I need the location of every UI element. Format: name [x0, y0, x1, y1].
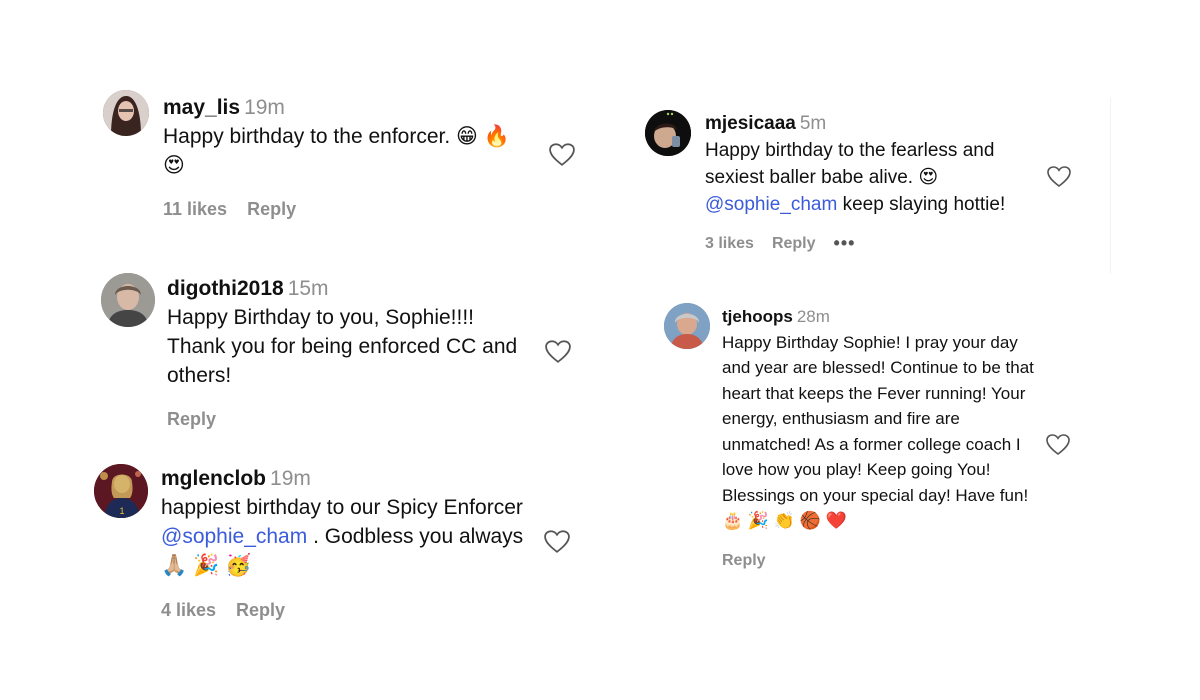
username[interactable]: may_lis: [163, 96, 240, 119]
more-options-icon[interactable]: •••: [834, 230, 856, 257]
likes-count[interactable]: 4 likes: [161, 596, 216, 625]
comment-mjesicaaa: mjesicaaa 5m Happy birthday to the fearle…: [645, 110, 1045, 257]
reply-button[interactable]: Reply: [722, 548, 766, 574]
svg-text:1: 1: [119, 506, 124, 516]
avatar[interactable]: [664, 303, 710, 349]
heart-outline-icon[interactable]: [544, 530, 570, 553]
comment-digothi2018: digothi2018 15m Happy Birthday to you, So…: [101, 273, 527, 434]
mention-link[interactable]: @sophie_cham: [161, 525, 307, 548]
username[interactable]: tjehoops: [722, 307, 793, 326]
comment-text: Happy birthday to the enforcer. 😁 🔥 😍: [163, 125, 510, 177]
reply-button[interactable]: Reply: [772, 230, 816, 257]
heart-outline-icon[interactable]: [545, 340, 571, 363]
comment-text-part: Happy birthday to the fearless and sexie…: [705, 140, 995, 188]
reply-button[interactable]: Reply: [247, 195, 296, 224]
timestamp: 15m: [287, 277, 329, 300]
comment-text: Happy birthday to the fearless and sexie…: [705, 137, 1045, 218]
avatar[interactable]: [645, 110, 691, 156]
likes-count[interactable]: 3 likes: [705, 230, 754, 257]
username[interactable]: mjesicaaa: [705, 113, 796, 134]
comment-text-part: happiest birthday to our Spicy Enforcer: [161, 496, 523, 519]
heart-outline-icon[interactable]: [549, 143, 575, 166]
avatar[interactable]: 1: [94, 464, 148, 518]
heart-outline-icon[interactable]: [1047, 166, 1071, 187]
avatar[interactable]: [101, 273, 155, 327]
comment-text-part: keep slaying hottie!: [837, 194, 1006, 215]
reply-button[interactable]: Reply: [236, 596, 285, 625]
comment-tjehoops: tjehoops 28m Happy Birthday Sophie! I pra…: [664, 303, 1042, 573]
heart-outline-icon[interactable]: [1046, 434, 1070, 455]
timestamp: 19m: [244, 96, 285, 119]
mention-link[interactable]: @sophie_cham: [705, 194, 837, 215]
comment-may-lis: may_lis 19m Happy birthday to the enforce…: [103, 90, 533, 224]
timestamp: 19m: [270, 467, 311, 490]
avatar[interactable]: [103, 90, 149, 136]
comment-text: Happy Birthday to you, Sophie!!!! Thank …: [167, 306, 518, 387]
username[interactable]: digothi2018: [167, 277, 284, 300]
timestamp: 28m: [796, 307, 830, 326]
timestamp: 5m: [799, 113, 827, 134]
username[interactable]: mglenclob: [161, 467, 266, 490]
likes-count[interactable]: 11 likes: [163, 195, 227, 224]
comment-text: happiest birthday to our Spicy Enforcer …: [161, 493, 541, 580]
reply-button[interactable]: Reply: [167, 405, 216, 434]
comment-text: Happy Birthday Sophie! I pray your day a…: [722, 332, 1034, 531]
comment-mglenclob: 1 mglenclob 19m happiest birthday to our …: [94, 464, 541, 625]
